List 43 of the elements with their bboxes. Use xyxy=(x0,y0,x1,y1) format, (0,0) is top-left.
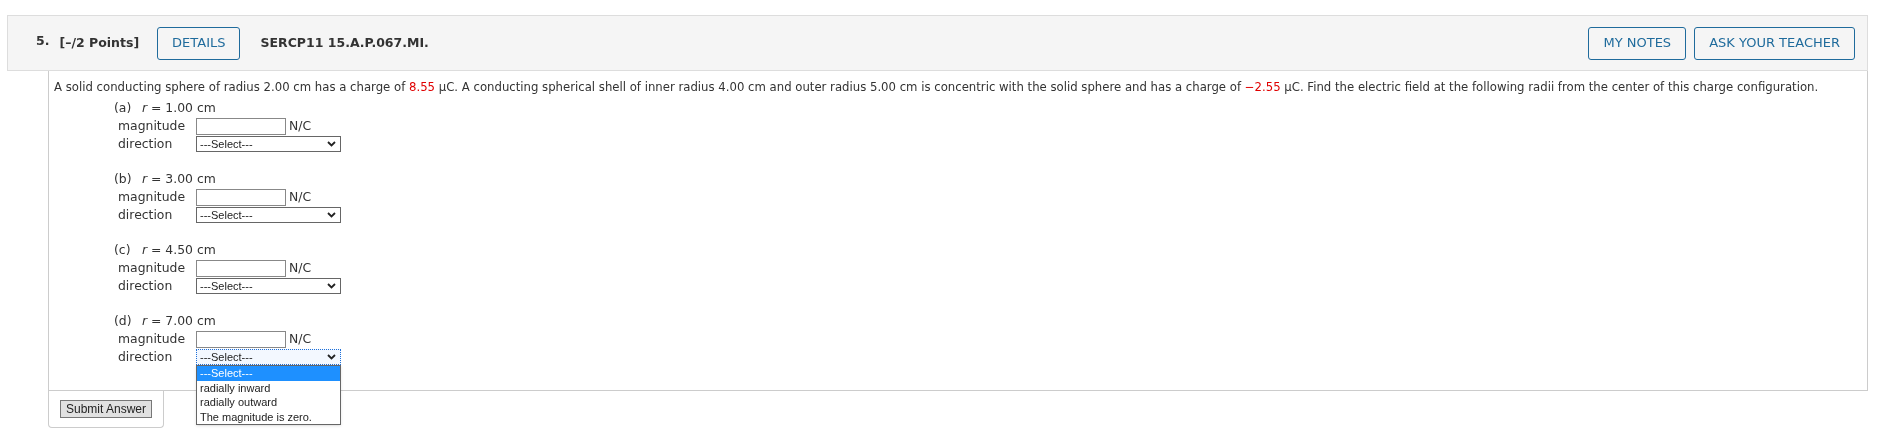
magnitude-label: magnitude xyxy=(117,259,187,277)
direction-label: direction xyxy=(117,206,174,224)
direction-select[interactable]: ---Select--- xyxy=(196,278,341,294)
chevron-down-icon xyxy=(327,283,336,289)
chevron-down-icon xyxy=(327,354,336,360)
radius-text: r = 1.00 cm xyxy=(142,99,216,117)
magnitude-label: magnitude xyxy=(117,330,187,348)
unit-label: N/C xyxy=(289,188,312,206)
points-label: [–/2 Points] xyxy=(59,33,140,52)
radius-text: r = 7.00 cm xyxy=(142,312,216,330)
magnitude-input[interactable] xyxy=(196,259,286,277)
question-text: A solid conducting sphere of radius 2.00 cm has a charge of 8.55 μC. A conducting spherical shell of inner radius 4.00 cm and outer radius 5.00 cm is concentric with the solid sphere and has a charge of −2.55 μC. Find the electric field at the following radii from the center of this charge configuration. xyxy=(54,80,1819,95)
direction-select[interactable]: ---Select--- xyxy=(196,349,341,365)
radius-text: r = 4.50 cm xyxy=(142,241,216,259)
magnitude-input[interactable] xyxy=(196,188,286,206)
dropdown-option[interactable]: radially inward xyxy=(197,380,340,395)
part-label: (a) xyxy=(114,99,133,117)
dropdown-option[interactable]: radially outward xyxy=(197,395,340,410)
part-label: (b) xyxy=(114,170,133,188)
part-label: (c) xyxy=(114,241,132,259)
unit-label: N/C xyxy=(289,330,312,348)
direction-select[interactable]: ---Select--- xyxy=(196,136,341,152)
radius-text: r = 3.00 cm xyxy=(142,170,216,188)
problem-code: SERCP11 15.A.P.067.MI. xyxy=(260,33,429,52)
chevron-down-icon xyxy=(327,212,336,218)
submit-button[interactable]: Submit Answer xyxy=(60,400,153,418)
direction-label: direction xyxy=(117,348,174,366)
direction-select[interactable]: ---Select--- xyxy=(196,207,341,223)
ask-teacher-button[interactable]: ASK YOUR TEACHER xyxy=(1694,26,1855,60)
part-label: (d) xyxy=(114,312,133,330)
chevron-down-icon xyxy=(327,141,336,147)
question-number: 5. xyxy=(36,32,50,51)
magnitude-label: magnitude xyxy=(117,188,187,206)
notes-button[interactable]: MY NOTES xyxy=(1588,26,1687,60)
direction-label: direction xyxy=(117,277,174,295)
magnitude-input[interactable] xyxy=(196,117,286,135)
magnitude-input[interactable] xyxy=(196,330,286,348)
dropdown-option[interactable]: The magnitude is zero. xyxy=(197,409,340,424)
unit-label: N/C xyxy=(289,259,312,277)
direction-label: direction xyxy=(117,135,174,153)
unit-label: N/C xyxy=(289,117,312,135)
magnitude-label: magnitude xyxy=(117,117,187,135)
details-button[interactable]: DETAILS xyxy=(157,26,241,60)
